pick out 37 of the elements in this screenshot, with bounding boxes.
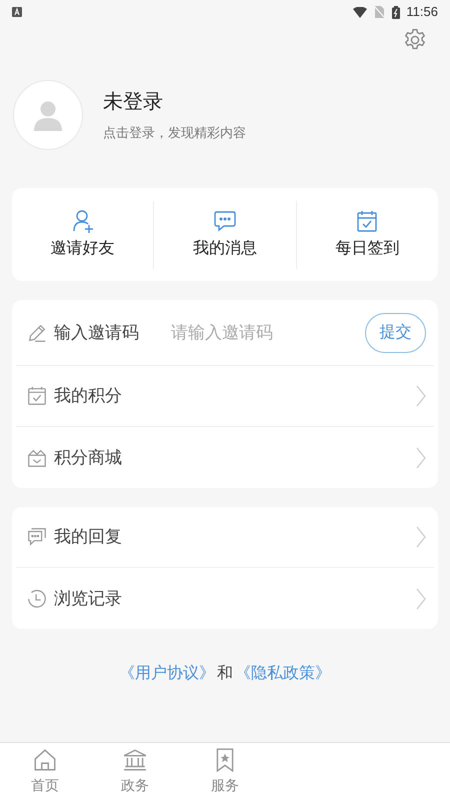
calendar-check-icon [355,208,380,232]
no-sim-icon [375,6,384,18]
joiner-text: 和 [217,664,233,684]
calendar-check-icon [26,385,48,407]
login-hint: 点击登录，发现精彩内容 [103,124,246,142]
chevron-right-icon [416,385,426,407]
menu-row-label: 积分商城 [54,446,123,469]
menu-row[interactable]: 浏览记录 [16,568,434,629]
chevron-right-icon [416,446,426,468]
invite-code-label: 输入邀请码 [54,322,139,344]
menu-row[interactable]: 积分商城 [16,427,434,488]
quick-action-button[interactable]: 邀请好友 [12,200,154,268]
person-icon [32,99,64,131]
chevron-right-icon [416,526,426,548]
nav-tab[interactable]: 服务 [180,743,270,800]
quick-action-button[interactable]: 每日签到 [296,200,438,268]
chat-bubbles-icon [26,526,48,548]
person-add-icon [70,208,95,232]
clock-time: 11:56 [406,3,438,22]
login-title[interactable]: 未登录 [103,87,246,118]
quick-action-button[interactable]: 我的消息 [153,200,296,268]
menu-row[interactable]: 我的回复 [16,507,434,568]
menu-row-label: 我的积分 [54,385,123,408]
chat-bubble-icon [212,208,237,232]
menu-row-label: 我的回复 [54,526,123,548]
menu-row-label: 浏览记录 [54,588,123,610]
battery-icon [392,6,400,18]
clock-history-icon [26,588,48,610]
building-columns-icon [122,747,148,773]
invite-code-field[interactable]: 请输入邀请码 [171,320,365,346]
notification-icon [12,7,22,17]
wifi-icon [353,6,368,18]
nav-tab[interactable]: 政务 [90,743,180,800]
chevron-right-icon [416,588,426,610]
nav-tab[interactable]: 首页 [0,743,90,800]
house-icon [32,747,58,773]
menu-row[interactable]: 我的积分 [16,366,434,427]
